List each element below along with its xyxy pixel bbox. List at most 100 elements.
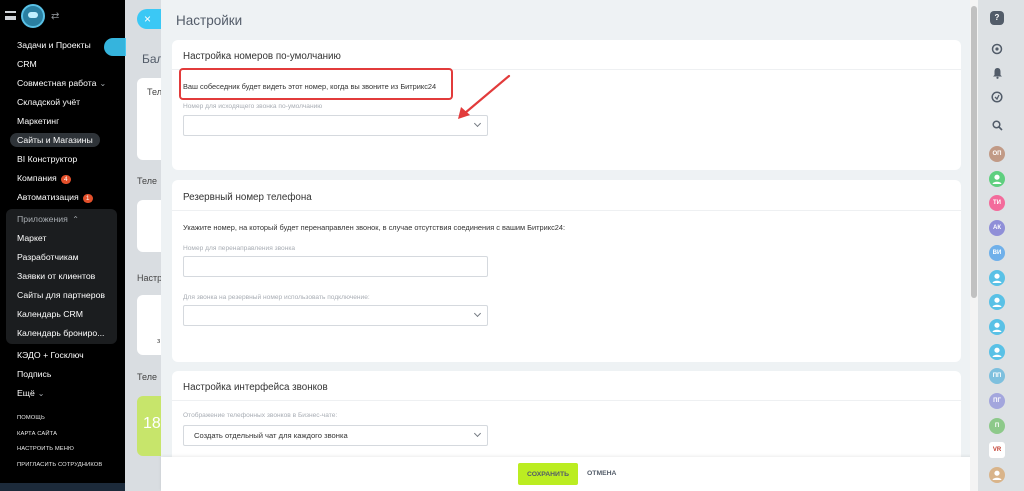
cancel-button[interactable]: ОТМЕНА: [587, 470, 616, 477]
sidebar-item[interactable]: Подпись: [0, 365, 125, 384]
messenger-icon[interactable]: [989, 91, 1005, 107]
sidebar-item[interactable]: Складской учёт: [0, 93, 125, 112]
settings-slider: Настройки Настройка номеров по-умолчанию…: [161, 0, 975, 491]
contact-avatar[interactable]: ВИ: [989, 244, 1005, 261]
bg-fragment: Настр: [137, 273, 161, 283]
contact-avatar[interactable]: ОП: [989, 146, 1005, 162]
help-icon[interactable]: ?: [990, 11, 1004, 25]
sidebar-menu: Задачи и Проекты CRM Совместная работа ⌄ Скл…: [0, 36, 125, 207]
call-interface-card: Настройка интерфейса звонков Отображение…: [172, 371, 961, 471]
close-slider-button[interactable]: ×: [137, 9, 161, 29]
bg-card: [137, 295, 161, 355]
sidebar-item-label: Ещё: [17, 388, 35, 398]
sidebar-item-label: BI Конструктор: [17, 154, 78, 164]
action-bar: СОХРАНИТЬ ОТМЕНА: [161, 457, 975, 491]
sidebar-item[interactable]: Совместная работа ⌄: [0, 74, 125, 93]
sidebar-item-apps[interactable]: Приложения ⌃: [6, 210, 117, 229]
search-icon[interactable]: [989, 120, 1005, 136]
bg-fragment: Тел: [147, 87, 161, 97]
contact-avatar[interactable]: ПП: [989, 368, 1005, 385]
contact-avatar[interactable]: ТИ: [989, 195, 1005, 212]
contact-avatar[interactable]: [989, 467, 1005, 484]
chat-icon[interactable]: [989, 43, 1005, 59]
sidebar-item-label: Подпись: [17, 369, 52, 379]
bitrix-logo-icon[interactable]: [21, 4, 45, 28]
right-rail: ? ОП ТИ АК ВИ ПП ПГ П VR: [978, 0, 1024, 491]
footer-link[interactable]: ПОМОЩЬ: [0, 411, 125, 427]
sidebar-item-label: Компания: [17, 173, 57, 183]
chevron-down-icon: ⌄: [99, 79, 107, 88]
counter-badge: 1: [82, 194, 93, 203]
sidebar-item[interactable]: Компания 4: [0, 169, 125, 188]
divider: [172, 210, 961, 211]
sidebar-app-item[interactable]: Сайты для партнеров: [6, 286, 117, 305]
contact-avatar[interactable]: АК: [989, 220, 1005, 237]
chevron-down-icon: [473, 429, 482, 438]
sidebar-bottom-bar: [0, 483, 125, 491]
bg-fragment: Бал: [142, 52, 161, 66]
scrollbar-thumb[interactable]: [971, 6, 977, 298]
section-title: Настройка интерфейса звонков: [183, 382, 328, 393]
footer-link[interactable]: НАСТРОИТЬ МЕНЮ: [0, 442, 125, 458]
contact-avatar[interactable]: П: [989, 417, 1005, 434]
sidebar-item-label: Автоматизация: [17, 192, 79, 202]
sidebar-item[interactable]: CRM: [0, 55, 125, 74]
field-label: Для звонка на резервный номер использова…: [183, 294, 370, 301]
footer-link[interactable]: ПРИГЛАСИТЬ СОТРУДНИКОВ: [0, 458, 125, 474]
divider: [172, 400, 961, 401]
contact-avatar[interactable]: [989, 269, 1005, 286]
redirect-number-input[interactable]: [183, 256, 488, 277]
counter-badge: 4: [60, 175, 71, 184]
description-text: Укажите номер, на который будет перенапр…: [183, 223, 566, 232]
sidebar-item[interactable]: Маркетинг: [0, 112, 125, 131]
bell-icon[interactable]: [989, 67, 1005, 83]
backup-number-card: Резервный номер телефона Укажите номер, …: [172, 180, 961, 362]
bg-close-tab: [104, 38, 126, 56]
apps-group-label: Приложения: [17, 214, 68, 224]
sidebar-item[interactable]: Сайты и Магазины: [0, 131, 125, 150]
chevron-down-icon: [473, 309, 482, 318]
bg-fragment: Теле: [137, 372, 157, 382]
bg-card: [137, 200, 161, 252]
left-sidebar: ⇄ Задачи и Проекты CRM Совместная работа ⌄ С…: [0, 0, 125, 491]
sidebar-app-item[interactable]: Разработчикам: [6, 248, 117, 267]
sidebar-item[interactable]: Автоматизация 1: [0, 188, 125, 207]
sidebar-app-item[interactable]: Заявки от клиентов: [6, 267, 117, 286]
contact-avatar[interactable]: [989, 170, 1005, 187]
sidebar-item-label: Сайты и Магазины: [10, 133, 100, 147]
sidebar-item[interactable]: Ещё ⌄: [0, 384, 125, 403]
contact-avatar[interactable]: [989, 294, 1005, 311]
sidebar-item-label: CRM: [17, 59, 37, 69]
field-label: Номер для перенаправления звонка: [183, 245, 296, 252]
background-page: Бал Тел Теле Настр з Теле 18: [125, 0, 161, 491]
chat-display-select[interactable]: Создать отдельный чат для каждого звонка: [183, 425, 488, 446]
slider-scrollbar[interactable]: [970, 0, 978, 491]
close-icon: ×: [144, 12, 152, 26]
sidebar-item-label: Совместная работа: [17, 78, 97, 88]
contact-avatar[interactable]: [989, 318, 1005, 335]
connection-select[interactable]: [183, 305, 488, 326]
swap-icon[interactable]: ⇄: [51, 11, 59, 22]
sidebar-app-item[interactable]: Календарь CRM: [6, 305, 117, 324]
sidebar-app-item[interactable]: Календарь брониро...: [6, 324, 117, 343]
footer-link[interactable]: КАРТА САЙТА: [0, 427, 125, 443]
sidebar-item-label: Задачи и Проекты: [17, 40, 91, 50]
sidebar-item[interactable]: КЭДО + Госключ: [0, 346, 125, 365]
apps-group: Приложения ⌃ Маркет Разработчикам Заявки о…: [6, 209, 117, 344]
sidebar-item-label: КЭДО + Госключ: [17, 350, 84, 360]
bg-fragment: Теле: [137, 176, 157, 186]
annotation-arrow-icon: [458, 74, 511, 119]
sidebar-footer: ПОМОЩЬ КАРТА САЙТА НАСТРОИТЬ МЕНЮ ПРИГЛАСИТ…: [0, 411, 125, 473]
contact-avatar[interactable]: ПГ: [989, 393, 1005, 409]
menu-burger-icon[interactable]: [5, 11, 16, 20]
sidebar-item-label: Складской учёт: [17, 97, 81, 107]
sidebar-item-label: Маркетинг: [17, 116, 60, 126]
save-button[interactable]: СОХРАНИТЬ: [518, 463, 578, 485]
sidebar-app-item[interactable]: Маркет: [6, 229, 117, 248]
bg-fragment: 18: [143, 415, 161, 432]
contact-avatar[interactable]: VR: [989, 442, 1005, 459]
contact-avatar[interactable]: [989, 343, 1005, 360]
select-value: Создать отдельный чат для каждого звонка: [194, 431, 348, 440]
sidebar-item[interactable]: BI Конструктор: [0, 150, 125, 169]
field-label: Отображение телефонных звонков в Бизнес-…: [183, 412, 338, 419]
